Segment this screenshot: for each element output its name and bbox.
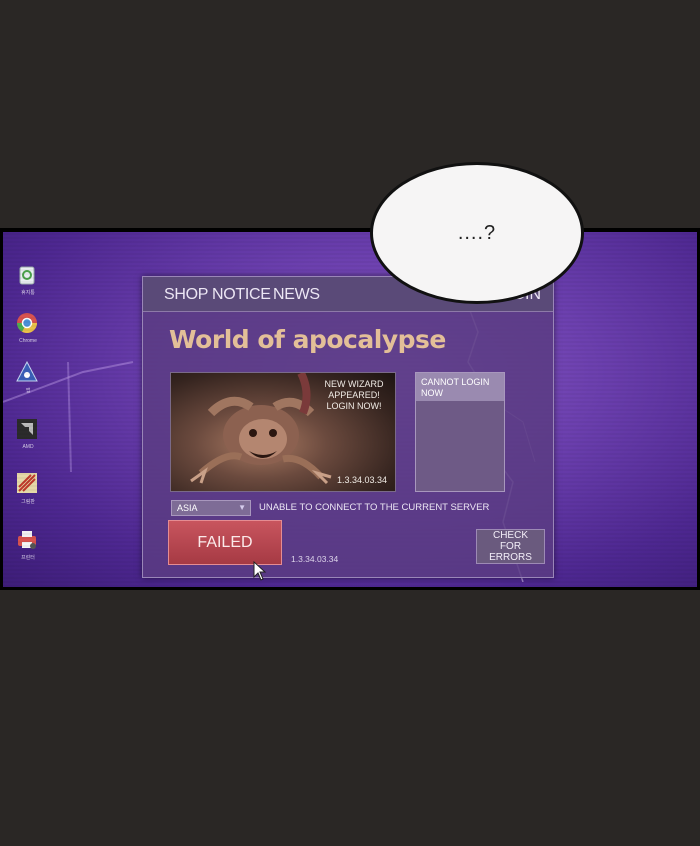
check-for-errors-button[interactable]: CHECK FOR ERRORS <box>476 529 545 564</box>
banner-version: 1.3.34.03.34 <box>336 475 387 485</box>
game-launcher-window: SHOP NOTICE NEWS LOGIN World of apocalyp… <box>142 276 554 578</box>
login-status-text: CANNOT LOGIN NOW <box>421 377 490 398</box>
nav-notice[interactable]: NOTICE <box>212 286 271 304</box>
login-status-header: CANNOT LOGIN NOW <box>416 373 504 401</box>
app-icon[interactable] <box>14 359 40 385</box>
failed-button[interactable]: FAILED <box>168 520 282 565</box>
amd-icon[interactable] <box>14 416 40 442</box>
mouse-cursor-icon <box>253 561 267 581</box>
login-status-panel: CANNOT LOGIN NOW <box>415 372 505 492</box>
server-select[interactable]: ASIA ▼ <box>171 500 251 516</box>
failed-button-label: FAILED <box>197 533 253 551</box>
server-selected-value: ASIA <box>177 503 198 513</box>
check-for-errors-label: CHECK FOR ERRORS <box>489 530 532 563</box>
printer-icon[interactable] <box>14 526 40 552</box>
nav-news[interactable]: NEWS <box>273 286 320 304</box>
desktop-label: Chrome <box>19 338 37 344</box>
nav-shop[interactable]: SHOP <box>164 286 208 304</box>
speech-bubble: ....? <box>370 162 584 304</box>
banner-headline: NEW WIZARD APPEARED! LOGIN NOW! <box>324 379 384 411</box>
client-version: 1.3.34.03.34 <box>291 554 339 564</box>
paint-icon[interactable] <box>14 470 40 496</box>
desktop-label: 프린터 <box>21 555 35 561</box>
recycle-bin-icon[interactable] <box>14 261 40 287</box>
desktop-label: 휴지통 <box>21 290 35 296</box>
speech-bubble-text: ....? <box>457 221 497 244</box>
chevron-down-icon: ▼ <box>238 503 246 512</box>
news-banner[interactable]: NEW WIZARD APPEARED! LOGIN NOW! 1.3.34.0… <box>170 372 396 492</box>
game-title: World of apocalypse <box>169 325 446 354</box>
connection-error-message: UNABLE TO CONNECT TO THE CURRENT SERVER <box>259 502 490 513</box>
chrome-icon[interactable] <box>14 310 40 336</box>
desktop-label: AMD <box>22 444 34 450</box>
desktop-label: 앱 <box>25 388 31 394</box>
desktop-label: 그림판 <box>21 499 35 505</box>
